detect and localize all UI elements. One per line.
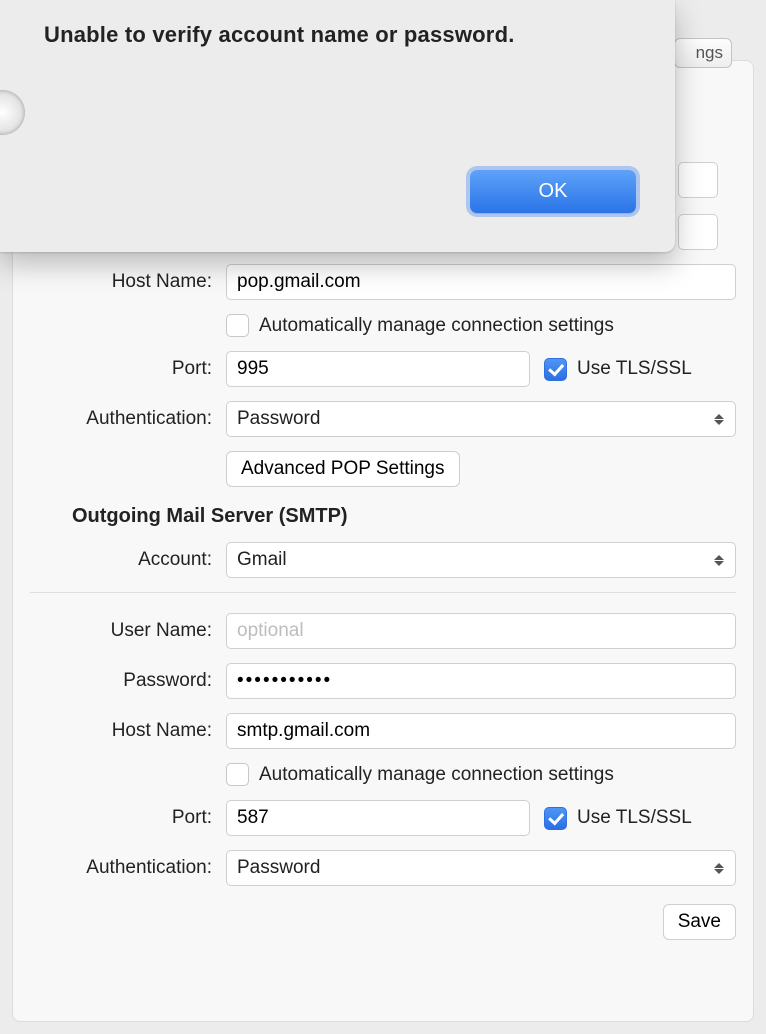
smtp-port-label: Port: — [30, 807, 226, 829]
smtp-section-title: Outgoing Mail Server (SMTP) — [72, 505, 736, 528]
updown-caret-icon — [711, 414, 727, 425]
save-button[interactable]: Save — [663, 904, 736, 940]
smtp-password-input[interactable] — [226, 663, 736, 699]
smtp-auth-select[interactable]: Password — [226, 850, 736, 886]
error-sheet: Unable to verify account name or passwor… — [0, 0, 675, 252]
incoming-port-label: Port: — [30, 358, 226, 380]
smtp-auto-manage-checkbox[interactable] — [226, 763, 249, 786]
smtp-username-label: User Name: — [30, 620, 226, 642]
smtp-auto-manage-label: Automatically manage connection settings — [259, 764, 614, 786]
incoming-auth-select[interactable]: Password — [226, 401, 736, 437]
smtp-password-label: Password: — [30, 670, 226, 692]
incoming-auth-value: Password — [237, 408, 320, 430]
updown-caret-icon — [711, 555, 727, 566]
smtp-account-value: Gmail — [237, 549, 287, 571]
advanced-pop-button[interactable]: Advanced POP Settings — [226, 451, 460, 487]
tab-label-fragment: ngs — [696, 43, 723, 63]
smtp-auth-value: Password — [237, 857, 320, 879]
incoming-tls-label: Use TLS/SSL — [577, 358, 692, 380]
smtp-host-input[interactable] — [226, 713, 736, 749]
ok-button[interactable]: OK — [470, 170, 636, 213]
incoming-auto-manage-label: Automatically manage connection settings — [259, 315, 614, 337]
obscured-field-1[interactable] — [678, 162, 718, 198]
incoming-tls-checkbox[interactable] — [544, 358, 567, 381]
incoming-host-label: Host Name: — [30, 271, 226, 293]
incoming-port-input[interactable] — [226, 351, 530, 387]
server-settings-tab[interactable]: ngs — [674, 38, 732, 68]
error-message: Unable to verify account name or passwor… — [44, 22, 515, 48]
obscured-field-2[interactable] — [678, 214, 718, 250]
incoming-auth-label: Authentication: — [30, 408, 226, 430]
smtp-tls-label: Use TLS/SSL — [577, 807, 692, 829]
smtp-account-label: Account: — [30, 549, 226, 571]
smtp-username-input[interactable] — [226, 613, 736, 649]
smtp-auth-label: Authentication: — [30, 857, 226, 879]
updown-caret-icon — [711, 863, 727, 874]
smtp-tls-checkbox[interactable] — [544, 807, 567, 830]
smtp-host-label: Host Name: — [30, 720, 226, 742]
smtp-port-input[interactable] — [226, 800, 530, 836]
incoming-auto-manage-checkbox[interactable] — [226, 314, 249, 337]
divider — [30, 592, 736, 593]
smtp-account-select[interactable]: Gmail — [226, 542, 736, 578]
incoming-host-input[interactable] — [226, 264, 736, 300]
